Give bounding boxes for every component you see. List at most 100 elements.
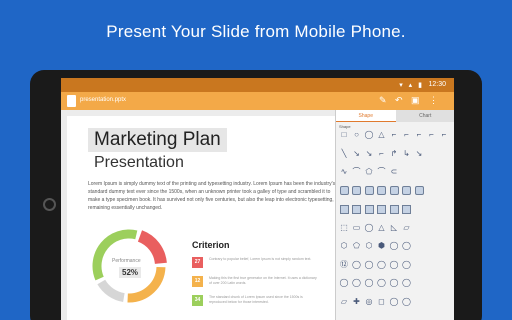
shape-option[interactable]: ⊂ <box>389 167 399 177</box>
shape-option[interactable]: ⌒ <box>377 167 387 177</box>
shape-icon: ◯ <box>389 259 399 269</box>
shape-option[interactable]: ◯ <box>389 297 399 307</box>
shape-option[interactable]: ⌐ <box>402 130 412 140</box>
shape-option[interactable]: ▱ <box>402 223 412 233</box>
tab-chart[interactable]: Chart <box>395 110 454 122</box>
shape-icon: ⌐ <box>441 130 447 139</box>
shape-option[interactable]: ⌒ <box>352 167 362 177</box>
shape-option[interactable]: ▱ <box>339 297 349 307</box>
app-toolbar: presentation.pptx ✎ ↶ ▣ ⋮ <box>61 92 454 110</box>
save-icon[interactable]: ▣ <box>411 95 420 106</box>
performance-donut-chart[interactable] <box>89 226 169 306</box>
shape-icon: ◎ <box>365 296 373 306</box>
pen-icon[interactable]: ✎ <box>379 95 387 106</box>
shape-icon: ◯ <box>364 278 374 287</box>
shape-option[interactable]: ◯ <box>364 260 374 270</box>
shape-icon: ⌒ <box>352 167 361 176</box>
shape-option[interactable]: ↱ <box>389 149 399 159</box>
shape-option[interactable] <box>339 186 349 196</box>
shape-option[interactable]: ◯ <box>402 241 412 251</box>
shape-option[interactable]: ◯ <box>352 278 362 288</box>
shape-option[interactable]: ⌐ <box>414 130 424 140</box>
shape-option[interactable] <box>389 204 399 214</box>
shape-option[interactable]: ∿ <box>339 167 349 177</box>
shape-option[interactable]: ⬢ <box>377 241 387 251</box>
shape-option[interactable]: ↘ <box>352 149 362 159</box>
shape-option[interactable]: ◯ <box>377 278 387 288</box>
shape-option[interactable] <box>377 186 387 196</box>
shape-option[interactable]: ↘ <box>364 149 374 159</box>
shape-option[interactable]: ✚ <box>352 297 362 307</box>
shape-option[interactable]: ◯ <box>389 241 399 251</box>
shape-option[interactable]: △ <box>377 130 387 140</box>
slide-subtitle[interactable]: Presentation <box>94 154 184 172</box>
shape-option[interactable] <box>352 186 362 196</box>
shape-option[interactable]: ◯ <box>364 278 374 288</box>
shape-option[interactable]: ⬡ <box>339 241 349 251</box>
headline: Present Your Slide from Mobile Phone. <box>106 22 406 41</box>
shape-option[interactable]: ↳ <box>402 149 412 159</box>
shape-option[interactable] <box>414 186 424 196</box>
shape-icon: ⌐ <box>429 130 434 139</box>
shape-option[interactable]: ⬚ <box>339 223 349 233</box>
shape-option[interactable] <box>402 204 412 214</box>
shape-option[interactable] <box>377 204 387 214</box>
shape-preview <box>339 204 349 214</box>
home-button[interactable] <box>43 198 56 211</box>
shape-option[interactable]: ⬠ <box>352 241 362 251</box>
shape-option[interactable]: ◯ <box>402 278 412 288</box>
shape-preview <box>352 204 361 214</box>
shape-option[interactable]: ⌐ <box>439 130 449 140</box>
shape-option[interactable]: ⬠ <box>364 167 374 177</box>
slide-title[interactable]: Marketing Plan <box>88 128 227 152</box>
more-icon[interactable]: ⋮ <box>429 95 438 106</box>
shape-option[interactable]: ◻ <box>377 297 387 307</box>
shape-option[interactable] <box>339 204 349 214</box>
shape-icon: ◯ <box>377 259 386 269</box>
shape-preview <box>402 204 411 214</box>
shape-option[interactable]: ◯ <box>364 223 374 233</box>
slide-paragraph[interactable]: Lorem Ipsum is simply dummy text of the … <box>88 180 336 212</box>
shape-option[interactable]: ○ <box>352 130 362 140</box>
shape-option[interactable]: ⑫ <box>339 260 349 270</box>
undo-icon[interactable]: ↶ <box>395 95 403 106</box>
shape-option[interactable]: ◯ <box>339 278 349 288</box>
shape-option[interactable]: ◯ <box>402 297 412 307</box>
shape-option[interactable]: □ <box>339 130 349 140</box>
criterion-title[interactable]: Criterion <box>192 240 230 250</box>
shape-option[interactable]: ╲ <box>339 149 349 159</box>
shape-option[interactable]: △ <box>377 223 387 233</box>
shape-option[interactable] <box>389 186 399 196</box>
shape-option[interactable]: ↘ <box>414 149 424 159</box>
shape-option[interactable]: ◎ <box>364 297 374 307</box>
shape-icon: ⊂ <box>390 167 398 176</box>
shape-preview <box>389 204 399 214</box>
shape-option[interactable]: ◯ <box>389 260 399 270</box>
shape-option[interactable]: ◯ <box>402 260 412 270</box>
shape-option[interactable]: ◯ <box>377 260 387 270</box>
shape-option[interactable]: ⌐ <box>377 149 387 159</box>
slide-canvas[interactable]: Marketing Plan Presentation Lorem Ipsum … <box>61 110 335 320</box>
shape-icon: ◯ <box>352 259 361 269</box>
shape-icon: ✚ <box>353 296 360 306</box>
shape-option[interactable] <box>402 186 412 196</box>
shape-option[interactable] <box>364 186 374 196</box>
shape-icon: ⬡ <box>365 241 373 250</box>
shape-option[interactable]: ◯ <box>352 260 362 270</box>
slide-page[interactable]: Marketing Plan Presentation Lorem Ipsum … <box>67 116 335 320</box>
shape-option[interactable]: ⌐ <box>389 130 399 140</box>
shape-option[interactable]: ◺ <box>389 223 399 233</box>
shape-option[interactable] <box>364 204 374 214</box>
shape-option[interactable]: ◯ <box>389 278 399 288</box>
shape-icon: ⌐ <box>391 130 397 139</box>
shape-option[interactable] <box>352 204 362 214</box>
donut-segment <box>97 279 125 303</box>
shape-icon: ⌐ <box>404 130 409 139</box>
shape-option[interactable]: ◯ <box>364 130 374 140</box>
shape-option[interactable]: ⌐ <box>427 130 437 140</box>
shape-option[interactable]: ⬡ <box>364 241 374 251</box>
criterion-badge: 27 <box>192 257 203 268</box>
shape-option[interactable]: ▭ <box>352 223 362 233</box>
tab-shape[interactable]: Shape <box>336 110 396 122</box>
app-screen: ▾ ▴ ▮ 12:30 presentation.pptx ✎ ↶ ▣ ⋮ Ma… <box>61 78 454 320</box>
